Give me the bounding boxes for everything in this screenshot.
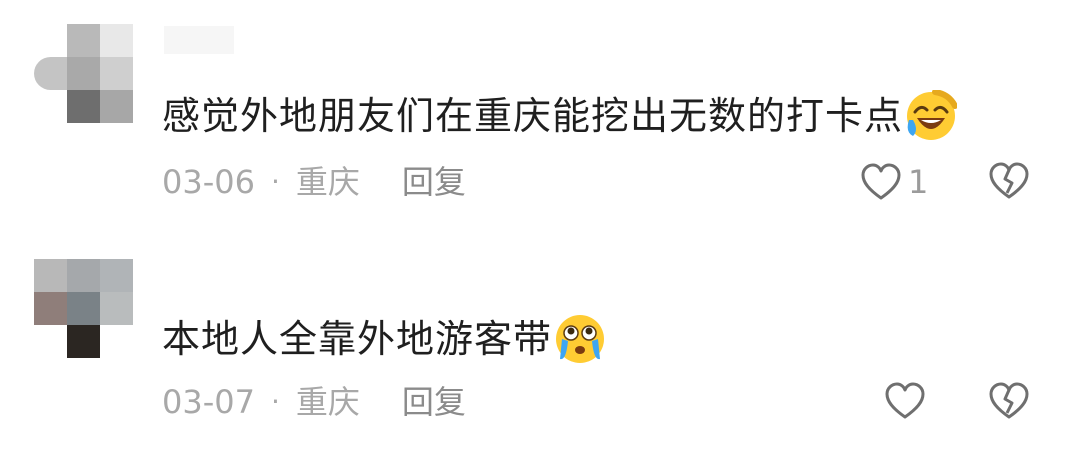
- like-button[interactable]: 1: [860, 162, 928, 202]
- heart-outline-icon: [885, 382, 925, 419]
- dislike-button[interactable]: [988, 162, 1030, 204]
- heart-outline-icon: [861, 163, 901, 200]
- comment-item: 感觉外地朋友们在重庆能挖出无数的打卡点 03-06 · 重庆 回复 1: [0, 0, 1080, 229]
- comment-date: 03-06: [162, 163, 255, 201]
- comment-location: 重庆: [295, 163, 360, 201]
- avatar[interactable]: [34, 24, 134, 124]
- username[interactable]: [164, 26, 234, 54]
- comment-date: 03-07: [162, 383, 255, 421]
- broken-heart-icon: [989, 382, 1029, 419]
- like-button[interactable]: [884, 382, 926, 420]
- reply-button[interactable]: 回复: [402, 382, 466, 422]
- comment-text: 本地人全靠外地游客带: [162, 317, 553, 361]
- broken-heart-icon: [989, 162, 1029, 199]
- comment-location: 重庆: [295, 383, 360, 421]
- laughing-face-emoji: [907, 90, 958, 140]
- meta-separator: ·: [270, 165, 280, 198]
- reply-button[interactable]: 回复: [402, 162, 466, 202]
- comment-item: 本地人全靠外地游客带 03-07 · 重庆 回复: [0, 229, 1080, 458]
- crying-face-emoji: [556, 315, 605, 363]
- comment-text: 感觉外地朋友们在重庆能挖出无数的打卡点: [162, 94, 904, 138]
- dislike-button[interactable]: [988, 382, 1030, 424]
- avatar[interactable]: [34, 259, 134, 359]
- like-count: 1: [908, 163, 929, 201]
- meta-separator: ·: [270, 385, 280, 418]
